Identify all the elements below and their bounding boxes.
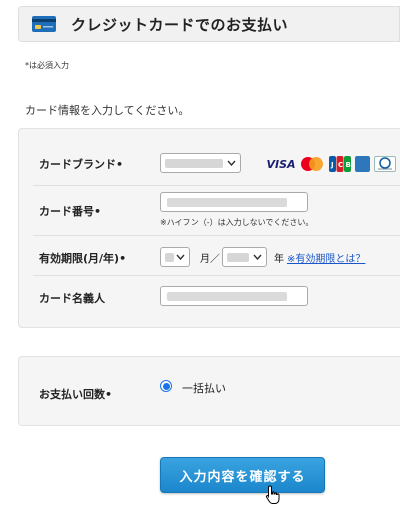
chevron-down-icon — [252, 252, 262, 262]
cardholder-label: カード名義人 — [39, 292, 105, 305]
card-number-hint: ※ハイフン（-）は入力しないでください。 — [160, 218, 314, 227]
svg-text:C: C — [338, 161, 343, 169]
expiry-year-select[interactable] — [222, 247, 267, 267]
card-number-input[interactable] — [160, 192, 308, 212]
month-unit: 月／ — [200, 254, 220, 265]
lump-sum-label: 一括払い — [182, 382, 226, 395]
chevron-down-icon — [175, 252, 185, 262]
amex-logo — [355, 156, 370, 172]
svg-text:B: B — [346, 161, 351, 169]
credit-card-icon — [31, 10, 59, 38]
page-header: クレジットカードでのお支払い — [18, 6, 400, 42]
divider — [33, 185, 400, 186]
hand-cursor-icon — [265, 485, 281, 505]
visa-logo: VISA — [266, 157, 296, 171]
radio-selected-dot — [162, 382, 170, 390]
payment-panel: お支払い回数• 一括払い — [18, 356, 400, 426]
card-brand-logos: VISA J C B — [266, 156, 396, 172]
expiry-label: 有効期限(月/年)• — [39, 252, 127, 265]
confirm-button[interactable]: 入力内容を確認する — [160, 457, 325, 493]
card-brand-select[interactable] — [160, 153, 241, 173]
required-note: *は必須入力 — [25, 61, 69, 70]
card-brand-value — [165, 159, 223, 168]
payment-count-label: お支払い回数• — [39, 388, 113, 401]
expiry-year-value — [227, 253, 249, 262]
cardholder-input[interactable] — [160, 286, 308, 306]
page-title: クレジットカードでのお支払い — [71, 15, 289, 34]
svg-text:J: J — [330, 161, 334, 169]
lump-sum-radio[interactable] — [160, 380, 172, 392]
cardholder-value — [167, 292, 287, 301]
divider — [33, 275, 400, 276]
expiry-month-value — [165, 253, 174, 262]
expiry-help-link[interactable]: ※有効期限とは？ — [287, 250, 365, 265]
card-brand-label: カードブランド• — [39, 158, 124, 171]
diners-club-logo — [374, 156, 396, 172]
expiry-month-select[interactable] — [160, 247, 190, 267]
jcb-logo: J C B — [329, 156, 351, 172]
intro-text: カード情報を入力してください。 — [25, 104, 190, 117]
card-number-value — [167, 198, 287, 207]
card-info-panel: カードブランド• VISA J C B カード番号• ※ハイフン（-）は入力しな… — [18, 128, 400, 328]
year-unit: 年 — [274, 254, 284, 265]
card-number-label: カード番号• — [39, 205, 102, 218]
mastercard-logo — [299, 156, 325, 172]
chevron-down-icon — [226, 158, 236, 168]
divider — [33, 235, 400, 236]
